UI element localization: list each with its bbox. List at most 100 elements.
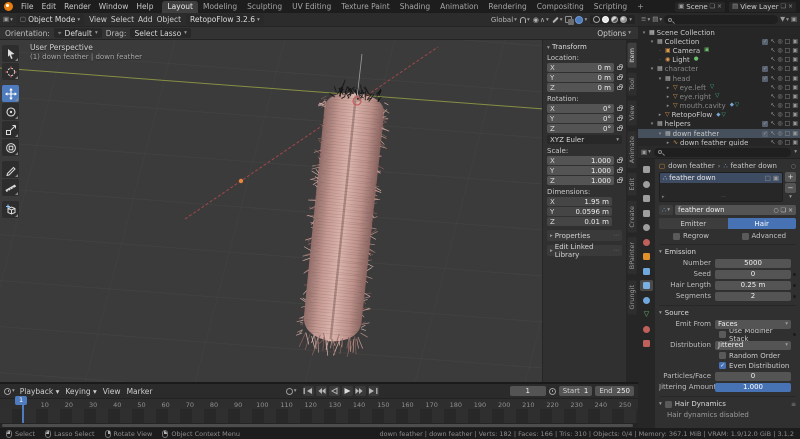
specials-menu-icon[interactable]: ▾ — [785, 194, 796, 201]
select-toggle-icon[interactable]: ↖ — [770, 112, 775, 118]
particle-settings-name-field[interactable]: feather down ○❏× — [675, 205, 796, 215]
overlays-dropdown[interactable]: ▾ — [575, 16, 587, 24]
viewport-disable-icon[interactable]: □ — [785, 85, 791, 91]
lock-icon[interactable] — [617, 117, 622, 121]
hide-toggle-icon[interactable]: ◎ — [777, 121, 782, 127]
play-back-button[interactable] — [329, 386, 340, 396]
properties-tab-tool[interactable] — [640, 164, 653, 175]
timeline-ruler[interactable]: 1020304050607080901001101201301401501601… — [0, 398, 638, 409]
properties-editor-type-dropdown[interactable]: ▣▾ — [641, 149, 651, 156]
transform-orientation-dropdown[interactable]: Global▾ — [491, 16, 517, 24]
advanced-option[interactable]: Advanced — [728, 232, 797, 240]
lock-icon[interactable] — [617, 66, 622, 70]
viewport-disable-icon[interactable]: □ — [785, 48, 791, 54]
timeline-menu-view[interactable]: View — [101, 387, 123, 396]
viewport-menu-object[interactable]: Object — [155, 15, 183, 24]
viewport-disable-icon[interactable]: □ — [785, 103, 791, 109]
gizmo-dropdown[interactable]: ▾ — [552, 17, 563, 23]
tool-select-button[interactable] — [2, 45, 19, 62]
hide-toggle-icon[interactable]: ◎ — [777, 103, 782, 109]
transform-field-z[interactable]: Z0 m — [547, 83, 614, 92]
scene-selector[interactable]: ▣ Scene ❏ × — [675, 2, 725, 12]
collapsed-panel-edit-linked-library[interactable]: ▸Edit Linked Library⋯ — [547, 245, 622, 256]
breadcrumb-particle-system[interactable]: feather down — [730, 162, 777, 170]
viewport-disable-icon[interactable]: □ — [785, 131, 791, 137]
workspace-tab-shading[interactable]: Shading — [395, 1, 435, 13]
drag-dropdown[interactable]: Select Lasso▾ — [130, 28, 190, 38]
transform-panel-header[interactable]: ▾ Transform — [547, 43, 622, 51]
properties-tab-physics[interactable] — [640, 295, 653, 306]
menu-window[interactable]: Window — [95, 0, 133, 13]
workspace-tab-rendering[interactable]: Rendering — [483, 1, 531, 13]
workspace-tab-layout[interactable]: Layout — [162, 1, 198, 13]
camera-toggle-icon[interactable]: ▣ — [773, 175, 779, 182]
remove-particle-system-button[interactable]: − — [785, 183, 796, 193]
hide-toggle-icon[interactable]: ◎ — [777, 94, 782, 100]
outliner-row-down-feather-guide[interactable]: ▸∿down feather guide↖◎□▣ — [638, 138, 800, 146]
outliner-row-character[interactable]: ▾▦character✓↖◎□▣ — [638, 65, 800, 74]
shading-wireframe-icon[interactable] — [593, 16, 600, 23]
hide-toggle-icon[interactable]: ◎ — [777, 85, 782, 91]
viewport-disable-icon[interactable]: □ — [785, 121, 791, 127]
checkbox[interactable]: ✓ — [719, 362, 726, 369]
n-panel-tab-item[interactable]: Item — [628, 43, 637, 68]
view-layer-selector[interactable]: ▤ View Layer ❏ × — [729, 2, 796, 12]
outliner-row-scene-collection[interactable]: ▾▦Scene Collection — [638, 28, 800, 37]
emitter-button[interactable]: Emitter — [659, 218, 728, 229]
hide-toggle-icon[interactable]: ◎ — [777, 112, 782, 118]
transform-field-y[interactable]: Y0.0596 m — [547, 207, 612, 216]
retopoflow-menu[interactable]: RetopoFlow 3.2.6▾ — [186, 14, 264, 25]
viewport-disable-icon[interactable]: □ — [785, 66, 791, 72]
timeline-menu-keying[interactable]: Keying ▾ — [63, 387, 98, 396]
source-random-order[interactable]: Random Order — [719, 351, 796, 360]
section-menu-icon[interactable]: ≡ — [791, 401, 796, 408]
shading-solid-icon[interactable] — [602, 16, 609, 23]
hair-button[interactable]: Hair — [728, 218, 797, 229]
exclude-checkbox[interactable]: ✓ — [762, 131, 768, 137]
viewport-disable-icon[interactable]: □ — [785, 39, 791, 45]
outliner-row-eye-right[interactable]: ▸▽eye.right▽↖◎□▣ — [638, 92, 800, 101]
transform-field-y[interactable]: Y0° — [547, 114, 614, 123]
breadcrumb-object[interactable]: down feather — [668, 162, 715, 170]
tool-cursor-button[interactable] — [2, 63, 19, 80]
transform-field-x[interactable]: X0° — [547, 104, 614, 113]
workspace-tab-texture-paint[interactable]: Texture Paint — [336, 1, 394, 13]
select-toggle-icon[interactable]: ↖ — [770, 39, 775, 45]
render-disable-icon[interactable]: ▣ — [792, 48, 798, 54]
viewport-disable-icon[interactable]: □ — [785, 76, 791, 82]
current-frame-badge[interactable]: 1 — [15, 396, 27, 405]
particle-system-list[interactable]: ∴ feather down □▣ ▸⋯ — [659, 172, 783, 202]
select-toggle-icon[interactable]: ↖ — [770, 66, 775, 72]
outliner-row-helpers[interactable]: ▾▦helpers✓↖◎□▣ — [638, 120, 800, 129]
render-disable-icon[interactable]: ▣ — [792, 140, 798, 146]
menu-render[interactable]: Render — [60, 0, 95, 13]
hide-toggle-icon[interactable]: ◎ — [777, 57, 782, 63]
source-use-modifier-stack[interactable]: Use Modifier Stack — [719, 330, 796, 339]
properties-tab-particles[interactable] — [640, 280, 653, 291]
fake-user-icon[interactable]: ○ — [773, 207, 778, 214]
transform-field-z[interactable]: Z0.01 m — [547, 217, 612, 226]
outliner-row-mouth-cavity[interactable]: ▸▽mouth.cavity◆▽↖◎□▣ — [638, 102, 800, 111]
properties-tab-object-data[interactable]: ▽ — [640, 309, 653, 320]
render-disable-icon[interactable]: ▣ — [792, 121, 798, 127]
lock-icon[interactable] — [617, 169, 622, 173]
render-disable-icon[interactable]: ▣ — [792, 94, 798, 100]
menu-file[interactable]: File — [17, 0, 38, 13]
next-key-button[interactable] — [355, 386, 366, 396]
transform-field-z[interactable]: Z0° — [547, 124, 614, 133]
unlink-icon[interactable]: × — [788, 207, 793, 214]
render-disable-icon[interactable]: ▣ — [792, 39, 798, 45]
collapsed-panel-properties[interactable]: ▸Properties⋯ — [547, 230, 622, 241]
hair-dynamics-section-header[interactable]: ▾ Hair Dynamics ≡ — [659, 396, 796, 408]
outliner-row-eye-left[interactable]: ▸▽eye.left▽↖◎□▣ — [638, 83, 800, 92]
workspace-tab-scripting[interactable]: Scripting — [589, 1, 632, 13]
timeline-editor-type-dropdown[interactable]: ▾ — [4, 388, 15, 395]
render-disable-icon[interactable]: ▣ — [792, 57, 798, 63]
emission-hair-length-field[interactable]: 0.25 m — [715, 281, 791, 290]
select-toggle-icon[interactable]: ↖ — [770, 48, 775, 54]
outliner-filter-dropdown[interactable]: ▼▾ — [780, 16, 789, 23]
source-emit-from-field[interactable]: Faces▾ — [715, 320, 791, 329]
select-toggle-icon[interactable]: ↖ — [770, 57, 775, 63]
source-particles-face-field[interactable]: 0 — [715, 372, 791, 381]
lock-icon[interactable] — [617, 86, 622, 90]
